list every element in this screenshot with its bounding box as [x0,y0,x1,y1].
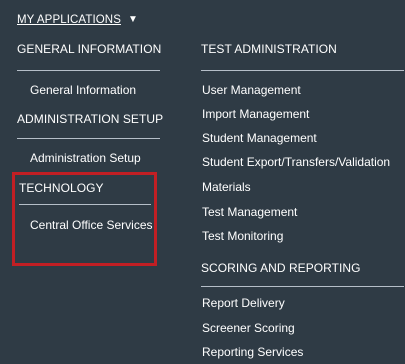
menu-item-general-information[interactable]: General Information [30,83,136,97]
menu-item-test-monitoring[interactable]: Test Monitoring [202,229,283,243]
menu-item-report-delivery[interactable]: Report Delivery [202,296,285,310]
right-menu-column: TEST ADMINISTRATION User Management Impo… [182,0,405,364]
section-heading-technology[interactable]: TECHNOLOGY [19,181,104,195]
menu-item-student-management[interactable]: Student Management [202,131,317,145]
section-divider [19,204,151,205]
menu-item-student-export-transfers-validation[interactable]: Student Export/Transfers/Validation [202,155,390,169]
section-divider [17,138,160,139]
applications-menu-panel: MY APPLICATIONS ▼ GENERAL INFORMATION Ge… [0,0,405,364]
left-menu-column: GENERAL INFORMATION General Information … [0,0,171,364]
section-heading-scoring-and-reporting[interactable]: SCORING AND REPORTING [201,261,361,275]
menu-item-user-management[interactable]: User Management [202,83,301,97]
menu-item-reporting-services[interactable]: Reporting Services [202,345,303,359]
section-divider [17,70,160,71]
menu-item-central-office-services[interactable]: Central Office Services [30,218,153,232]
section-heading-test-administration[interactable]: TEST ADMINISTRATION [201,42,337,56]
section-divider [201,286,404,287]
menu-item-test-management[interactable]: Test Management [202,205,297,219]
menu-item-materials[interactable]: Materials [202,180,251,194]
section-heading-general-information[interactable]: GENERAL INFORMATION [17,42,161,56]
menu-item-administration-setup[interactable]: Administration Setup [30,151,141,165]
section-divider [201,70,404,71]
section-heading-administration-setup[interactable]: ADMINISTRATION SETUP [17,112,163,126]
menu-item-import-management[interactable]: Import Management [202,107,309,121]
menu-item-screener-scoring[interactable]: Screener Scoring [202,321,295,335]
